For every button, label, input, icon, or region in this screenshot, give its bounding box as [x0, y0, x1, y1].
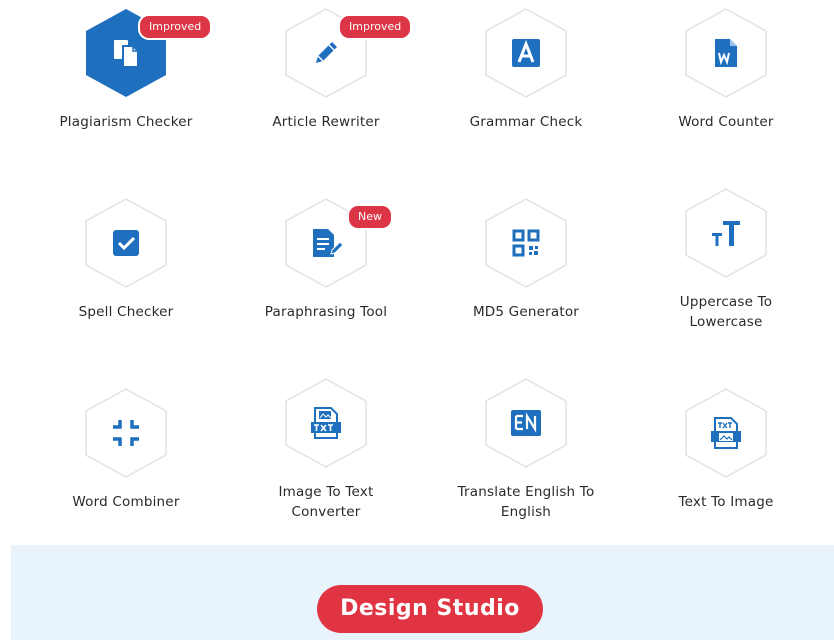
txt-image-icon: [708, 415, 744, 451]
tool-label: Uppercase To Lowercase: [626, 292, 826, 332]
tool-uppercase-to-lowercase[interactable]: Uppercase To Lowercase: [626, 185, 826, 355]
tool-grammar-check[interactable]: Grammar Check: [426, 5, 626, 175]
tools-grid: Improved Plagiarism Checker Improved Art…: [0, 0, 834, 545]
tool-label: Word Counter: [678, 114, 774, 130]
tool-paraphrasing-tool[interactable]: New Paraphrasing Tool: [226, 195, 426, 365]
hex-tile: [84, 198, 168, 288]
hex-tile: [284, 378, 368, 468]
tool-label: Translate English To English: [426, 482, 626, 522]
tool-label: Spell Checker: [78, 304, 174, 320]
word-file-icon: [708, 35, 744, 71]
text-case-icon: [708, 215, 744, 251]
hex-tile: [484, 378, 568, 468]
hex-tile: [84, 388, 168, 478]
tool-md5-generator[interactable]: MD5 Generator: [426, 195, 626, 365]
pencil-icon: [308, 35, 344, 71]
tool-label-line: Image To Text: [278, 484, 374, 500]
improved-badge: Improved: [338, 14, 413, 40]
image-txt-icon: [308, 405, 344, 441]
tool-label-line: English: [500, 504, 552, 520]
tool-word-counter[interactable]: Word Counter: [626, 5, 826, 175]
tool-word-combiner[interactable]: Word Combiner: [26, 385, 226, 555]
tool-label: Word Combiner: [72, 494, 180, 510]
tool-label: Image To Text Converter: [226, 482, 426, 522]
qr-code-icon: [508, 225, 544, 261]
tool-article-rewriter[interactable]: Improved Article Rewriter: [226, 5, 426, 175]
tool-plagiarism-checker[interactable]: Improved Plagiarism Checker: [26, 5, 226, 175]
tool-image-to-text-converter[interactable]: Image To Text Converter: [226, 375, 426, 545]
improved-badge: Improved: [138, 14, 213, 40]
hex-tile: [684, 388, 768, 478]
hex-tile: [484, 8, 568, 98]
tool-label-line: Converter: [291, 504, 361, 520]
hex-tile: [484, 198, 568, 288]
new-badge: New: [347, 204, 393, 230]
hex-tile: [684, 188, 768, 278]
tool-label-line: Uppercase To: [679, 294, 773, 310]
tool-spell-checker[interactable]: Spell Checker: [26, 195, 226, 365]
tool-text-to-image[interactable]: Text To Image: [626, 385, 826, 555]
tool-label: Text To Image: [678, 494, 774, 510]
design-studio-button[interactable]: Design Studio: [317, 585, 543, 633]
tool-label: Grammar Check: [469, 114, 583, 130]
tool-label-line: Translate English To: [457, 484, 595, 500]
tool-label: Plagiarism Checker: [59, 114, 193, 130]
checkbox-icon: [108, 225, 144, 261]
design-studio-banner: Design Studio: [11, 545, 834, 640]
tool-label: MD5 Generator: [472, 304, 580, 320]
document-edit-icon: [308, 225, 344, 261]
tool-label: Article Rewriter: [272, 114, 380, 130]
hex-tile: [684, 8, 768, 98]
compress-icon: [108, 415, 144, 451]
tool-translate-english-to-english[interactable]: Translate English To English: [426, 375, 626, 545]
letter-a-icon: [508, 35, 544, 71]
tool-label-line: Lowercase: [689, 314, 763, 330]
tool-label: Paraphrasing Tool: [264, 304, 388, 320]
documents-icon: [108, 35, 144, 71]
en-language-icon: [508, 405, 544, 441]
